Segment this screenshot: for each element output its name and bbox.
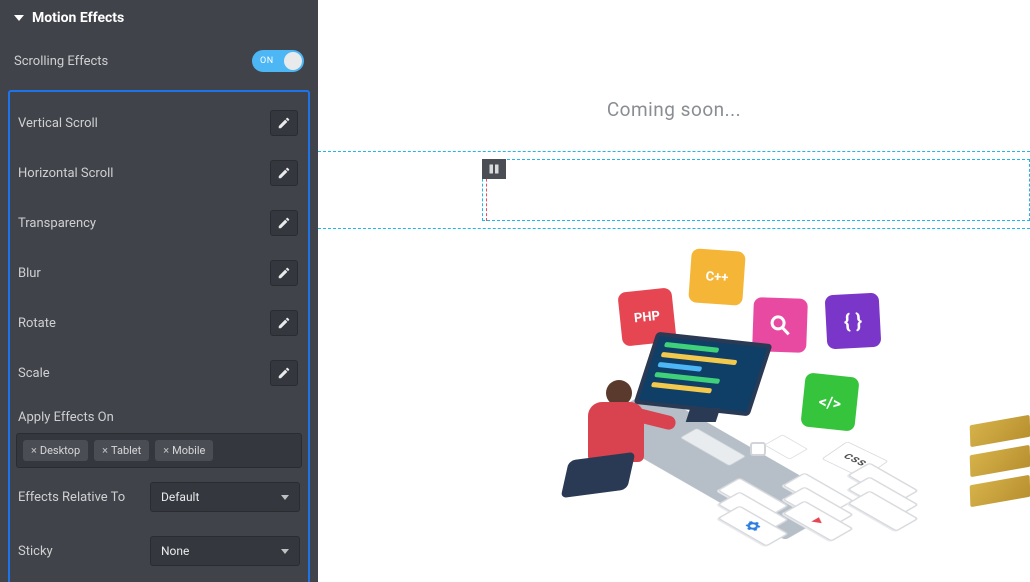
cpp-badge: C++: [688, 248, 746, 306]
play-icon: [807, 515, 830, 528]
person-shape: [576, 380, 644, 462]
editor-sidebar: Motion Effects Scrolling Effects ON Vert…: [0, 0, 318, 582]
effects-relative-select[interactable]: Default: [150, 482, 300, 512]
close-icon[interactable]: ×: [102, 444, 108, 457]
vertical-scroll-label: Vertical Scroll: [18, 116, 98, 131]
transparency-label: Transparency: [18, 216, 96, 231]
pencil-icon: [277, 366, 291, 380]
horizontal-scroll-edit-button[interactable]: [270, 160, 298, 186]
preview-canvas: Coming soon... PHP C++ { } </> CSS: [318, 0, 1030, 582]
scale-row: Scale: [16, 348, 302, 398]
vertical-scroll-edit-button[interactable]: [270, 110, 298, 136]
papers-shape: [764, 434, 808, 459]
toggle-knob: [284, 52, 302, 70]
effects-relative-row: Effects Relative To Default: [16, 468, 302, 522]
gear-stack: [718, 500, 788, 542]
blur-label: Blur: [18, 266, 41, 281]
braces-badge: { }: [825, 293, 882, 350]
triangle-stack: [783, 495, 853, 537]
blur-row: Blur: [16, 248, 302, 298]
sticky-label: Sticky: [18, 544, 53, 559]
scale-label: Scale: [18, 366, 50, 381]
page-heading: Coming soon...: [607, 98, 741, 121]
section-title: Motion Effects: [32, 10, 124, 26]
blur-edit-button[interactable]: [270, 260, 298, 286]
apply-effects-device-chips[interactable]: ×Desktop ×Tablet ×Mobile: [16, 433, 302, 468]
sticky-value: None: [161, 544, 189, 558]
chevron-down-icon: [281, 549, 289, 554]
gear-icon: [740, 519, 765, 534]
column-outline[interactable]: [482, 159, 1030, 221]
close-icon[interactable]: ×: [163, 444, 169, 457]
columns-icon: [488, 163, 500, 175]
sticky-select[interactable]: None: [150, 536, 300, 566]
gold-blocks-decoration: [960, 420, 1030, 540]
rotate-edit-button[interactable]: [270, 310, 298, 336]
developer-illustration: PHP C++ { } </> CSS: [528, 260, 1008, 560]
code-badge: </>: [800, 372, 859, 431]
rotate-row: Rotate: [16, 298, 302, 348]
pencil-icon: [277, 316, 291, 330]
transparency-edit-button[interactable]: [270, 210, 298, 236]
rotate-label: Rotate: [18, 316, 56, 331]
chevron-down-icon: [281, 495, 289, 500]
css-stack: [848, 485, 918, 527]
device-chip-desktop[interactable]: ×Desktop: [23, 440, 88, 461]
pencil-icon: [277, 166, 291, 180]
chair-shape: [560, 452, 635, 499]
toggle-on-text: ON: [260, 56, 274, 66]
pencil-icon: [277, 266, 291, 280]
vertical-scroll-row: Vertical Scroll: [16, 98, 302, 148]
pencil-icon: [277, 116, 291, 130]
motion-effects-section-header[interactable]: Motion Effects: [0, 0, 318, 36]
transparency-row: Transparency: [16, 198, 302, 248]
sticky-row: Sticky None: [16, 522, 302, 576]
effects-relative-value: Default: [161, 490, 199, 504]
device-chip-tablet[interactable]: ×Tablet: [94, 440, 149, 461]
scale-edit-button[interactable]: [270, 360, 298, 386]
pencil-icon: [277, 216, 291, 230]
apply-effects-on-label: Apply Effects On: [16, 398, 302, 433]
column-handle[interactable]: [482, 159, 506, 179]
effects-relative-label: Effects Relative To: [18, 490, 125, 505]
horizontal-scroll-label: Horizontal Scroll: [18, 166, 113, 181]
horizontal-scroll-row: Horizontal Scroll: [16, 148, 302, 198]
device-chip-mobile[interactable]: ×Mobile: [155, 440, 213, 461]
close-icon[interactable]: ×: [31, 444, 37, 457]
scrolling-effects-toggle[interactable]: ON: [252, 50, 304, 72]
search-icon: [768, 313, 793, 338]
effects-group: Vertical Scroll Horizontal Scroll Transp…: [8, 90, 310, 582]
scrolling-effects-label: Scrolling Effects: [14, 54, 108, 69]
scrolling-effects-row: Scrolling Effects ON: [0, 36, 318, 90]
chevron-down-icon: [14, 15, 24, 21]
